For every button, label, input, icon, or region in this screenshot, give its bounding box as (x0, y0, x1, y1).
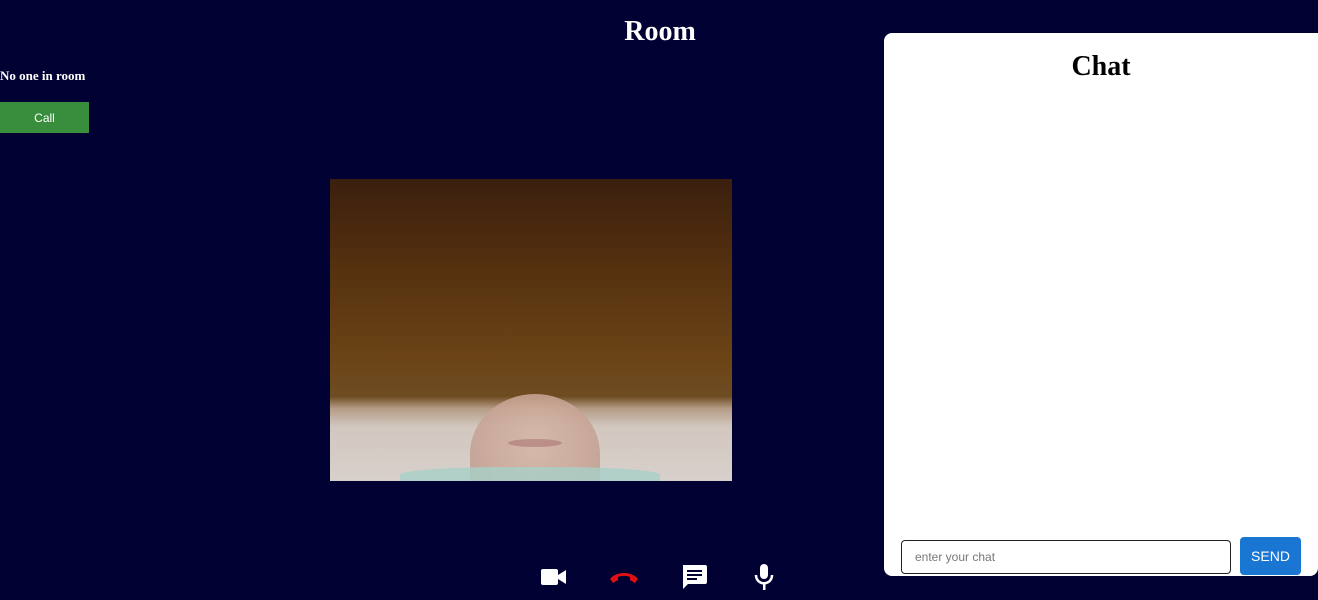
chat-icon (680, 563, 708, 596)
video-shirt-region (400, 467, 660, 481)
room-title: Room (624, 16, 696, 47)
chat-panel: Chat SEND (884, 33, 1318, 576)
room-status-text: No one in room (0, 68, 86, 83)
chat-input[interactable] (901, 540, 1231, 574)
toggle-chat-button[interactable] (670, 562, 718, 596)
send-button[interactable]: SEND (1240, 537, 1301, 575)
hang-up-button[interactable] (600, 562, 648, 596)
hang-up-icon (608, 569, 640, 590)
toggle-microphone-button[interactable] (740, 562, 788, 596)
call-button[interactable]: Call (0, 102, 89, 133)
chat-messages (901, 103, 1301, 558)
call-controls (530, 562, 788, 596)
local-video (330, 179, 732, 481)
microphone-icon (753, 562, 775, 597)
chat-title: Chat (1071, 51, 1131, 82)
toggle-camera-button[interactable] (530, 562, 578, 596)
video-mouth-region (508, 439, 562, 447)
video-camera-icon (541, 567, 567, 592)
